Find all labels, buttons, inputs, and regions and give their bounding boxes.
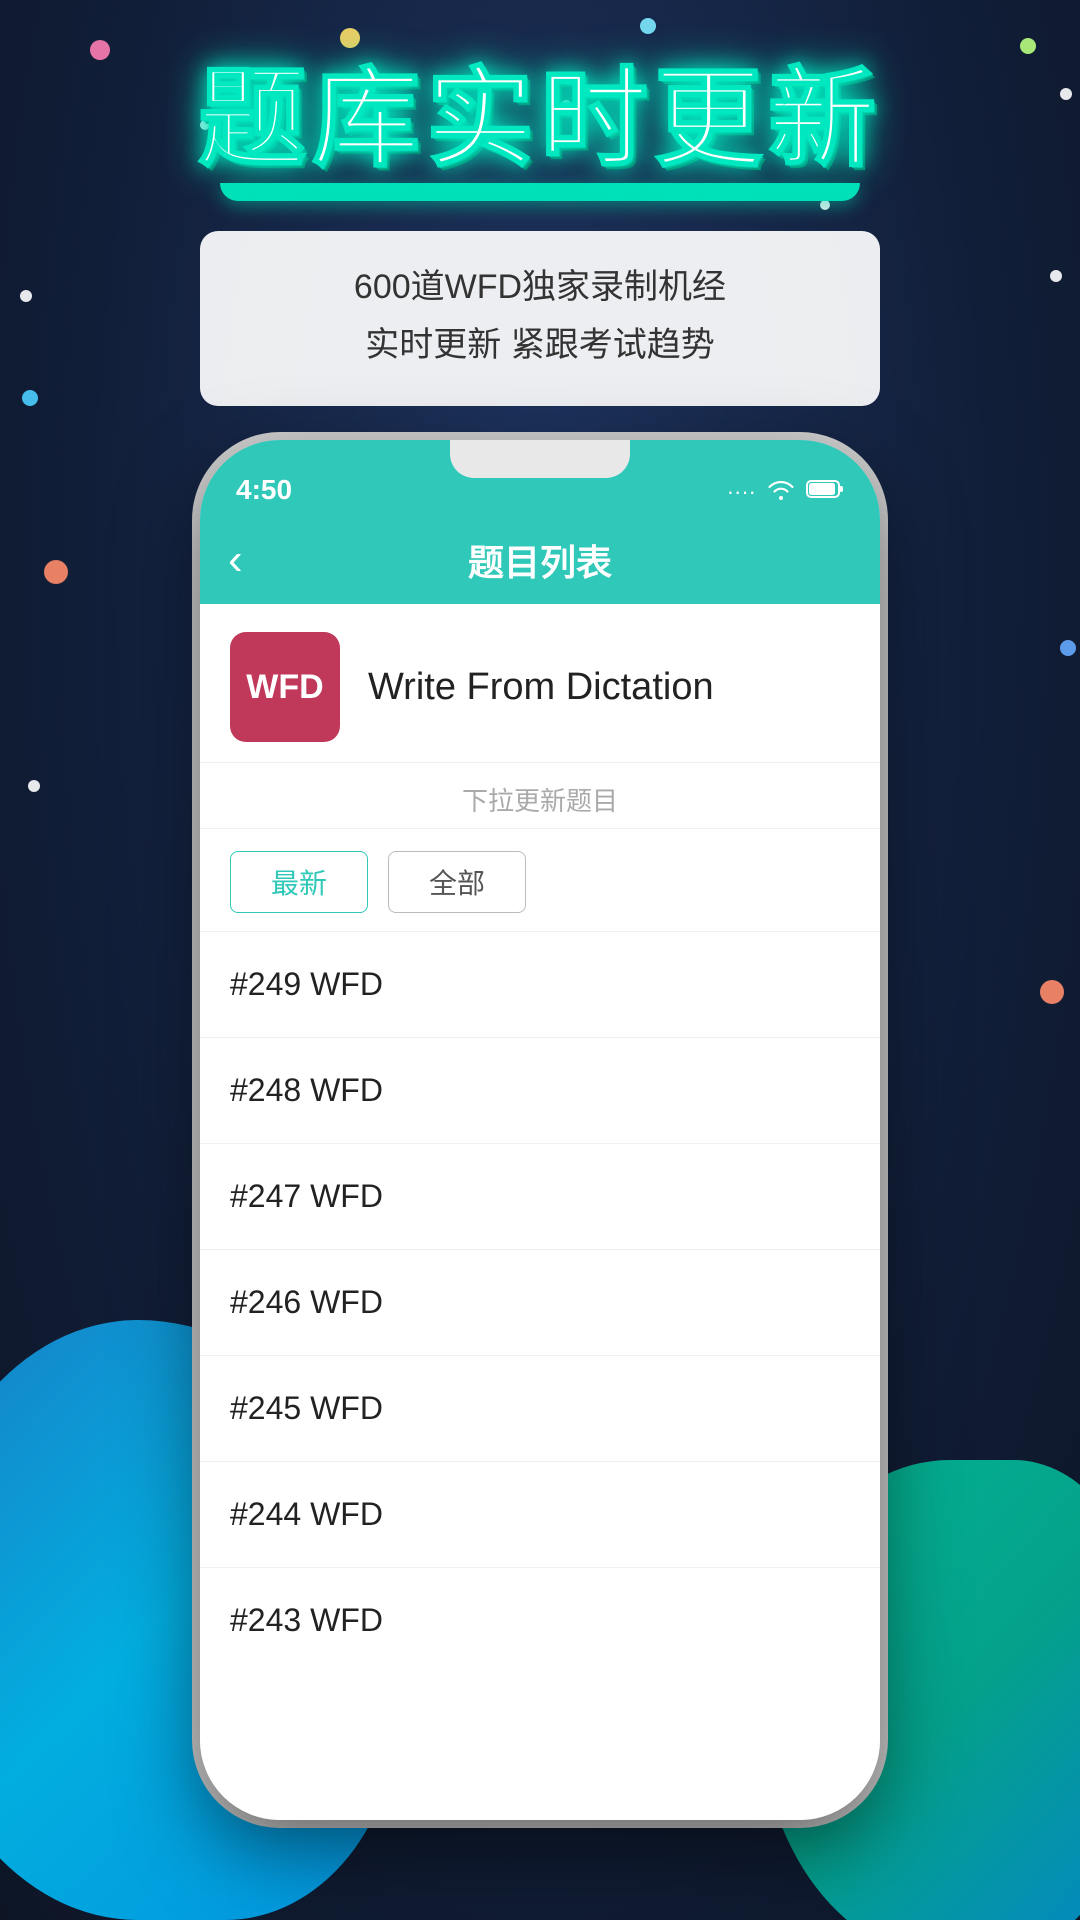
star-dot	[28, 780, 40, 792]
wfd-header: WFD Write From Dictation	[200, 604, 880, 763]
phone-notch	[450, 440, 630, 478]
star-dot	[1040, 980, 1064, 1004]
pull-hint: 下拉更新题目	[200, 763, 880, 829]
banner-area: 题库实时更新 600道WFD独家录制机经 实时更新 紧跟考试趋势	[0, 60, 1080, 406]
banner-title: 题库实时更新	[198, 60, 882, 197]
star-dot	[340, 28, 360, 48]
list-item[interactable]: #245 WFD	[200, 1356, 880, 1462]
list-item[interactable]: #244 WFD	[200, 1462, 880, 1568]
wifi-icon	[766, 478, 796, 506]
banner-subtitle-line1: 600道WFD独家录制机经	[354, 268, 726, 306]
filter-tab-all[interactable]: 全部	[388, 851, 526, 913]
list-item[interactable]: #247 WFD	[200, 1144, 880, 1250]
list-container: #249 WFD #248 WFD #247 WFD #246 WFD #245…	[200, 932, 880, 1673]
list-item[interactable]: #249 WFD	[200, 932, 880, 1038]
banner-subtitle: 600道WFD独家录制机经 实时更新 紧跟考试趋势	[260, 259, 820, 375]
wfd-title: Write From Dictation	[368, 666, 714, 709]
phone-content: WFD Write From Dictation 下拉更新题目 最新 全部 #2…	[200, 604, 880, 1820]
list-item[interactable]: #248 WFD	[200, 1038, 880, 1144]
phone-mockup: 4:50 ···· ‹ 题目列表	[200, 440, 880, 1820]
status-time: 4:50	[236, 474, 292, 506]
banner-subtitle-line2: 实时更新 紧跟考试趋势	[365, 326, 714, 364]
filter-tabs: 最新 全部	[200, 829, 880, 932]
star-dot	[1020, 38, 1036, 54]
navbar-title: 题目列表	[468, 534, 612, 586]
star-dot	[640, 18, 656, 34]
filter-tab-latest[interactable]: 最新	[230, 851, 368, 913]
star-dot	[44, 560, 68, 584]
back-button[interactable]: ‹	[228, 538, 243, 582]
phone-navbar: ‹ 题目列表	[200, 516, 880, 604]
banner-sub-box: 600道WFD独家录制机经 实时更新 紧跟考试趋势	[200, 231, 880, 407]
list-item[interactable]: #246 WFD	[200, 1250, 880, 1356]
star-dot	[1060, 640, 1076, 656]
battery-icon	[806, 479, 844, 505]
wfd-icon: WFD	[230, 632, 340, 742]
list-item[interactable]: #243 WFD	[200, 1568, 880, 1673]
status-icons: ····	[727, 478, 844, 506]
signal-dots-icon: ····	[727, 479, 756, 505]
star-dot	[90, 40, 110, 60]
